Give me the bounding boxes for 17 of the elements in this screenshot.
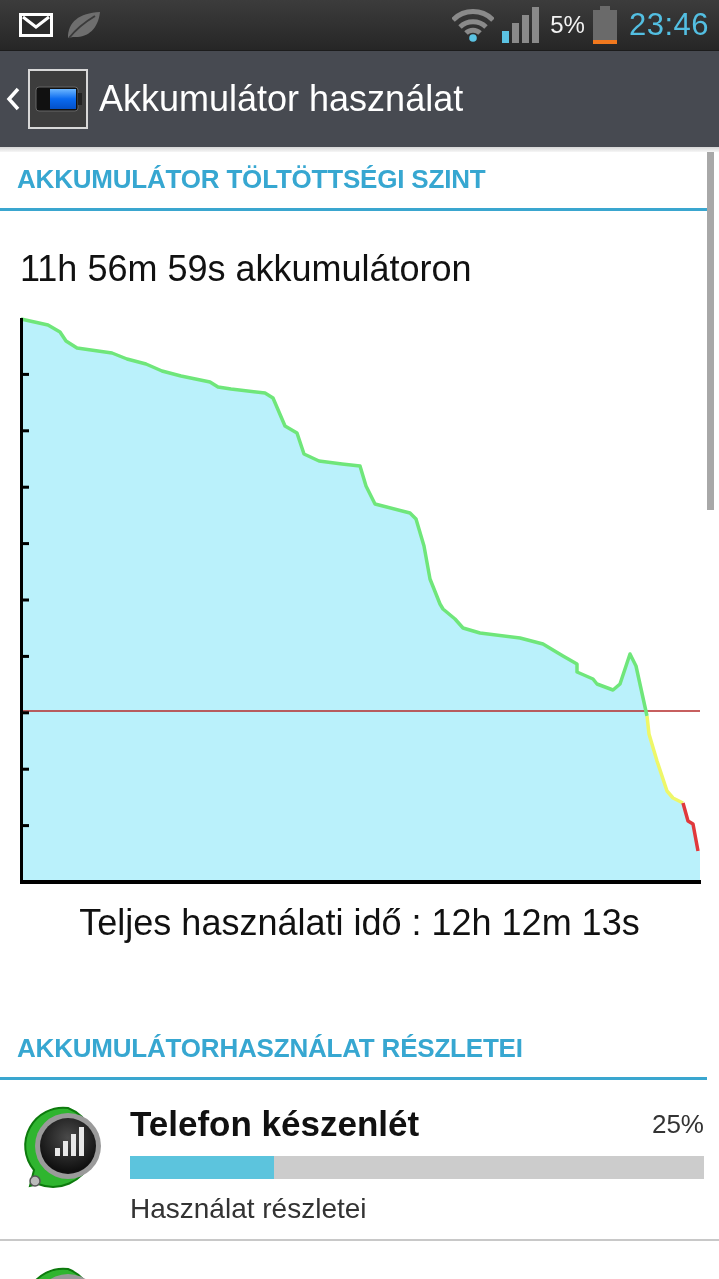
battery-icon[interactable] [592,6,617,44]
back-icon[interactable] [6,87,20,111]
battery-app-icon[interactable] [28,69,88,129]
section-heading: AKKUMULÁTORHASZNÁLAT RÉSZLETEI [0,944,707,1080]
total-usage-time: Teljes használati idő : 12h 12m 13s [78,902,641,944]
wifi-icon[interactable] [452,8,495,42]
leaf-icon[interactable] [65,10,101,40]
usage-details-label[interactable]: Használat részletei [130,1193,704,1225]
on-battery-time: 11h 56m 59s akkumulátoron [20,248,473,290]
screen-title: Akkumulátor használat [99,78,464,120]
mail-icon[interactable] [19,13,53,37]
signal-icon[interactable] [502,7,541,43]
battery-percent: 5% [550,11,585,39]
section-heading: AKKUMULÁTOR TÖLTÖTTSÉGI SZINT [0,152,707,211]
usage-percent: 25% [651,1109,704,1141]
clock: 23:46 [628,7,709,43]
usage-item-name: Telefon készenlét [130,1104,420,1144]
